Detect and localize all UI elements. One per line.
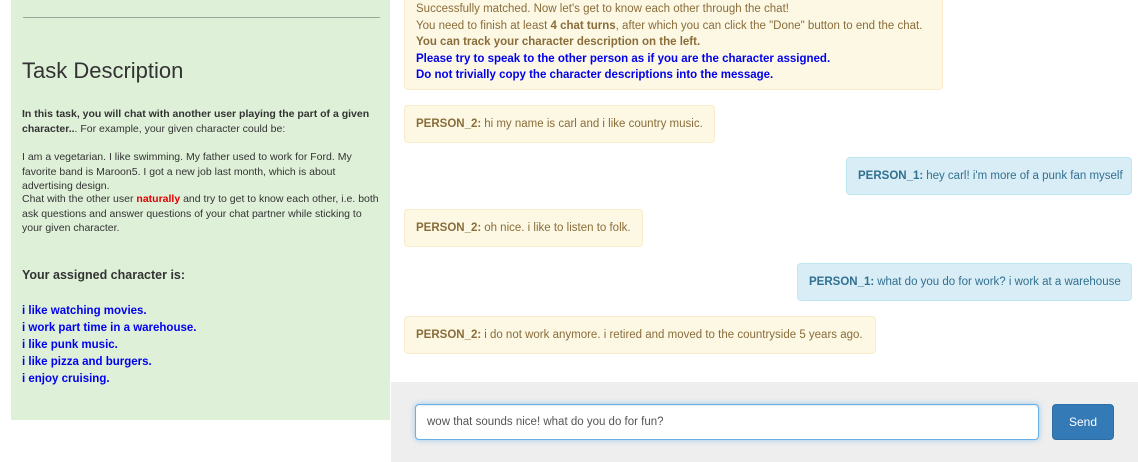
persona-item: i like punk music. xyxy=(22,339,118,351)
task-instructions: Chat with the other user naturally and t… xyxy=(22,192,382,236)
system-line: Successfully matched. Now let's get to k… xyxy=(416,3,789,15)
message-text: hi my name is carl and i like country mu… xyxy=(484,118,703,130)
input-bar: Send xyxy=(391,382,1138,462)
chat-log[interactable]: Successfully matched. Now let's get to k… xyxy=(391,0,1138,382)
message-text: i do not work anymore. i retired and mov… xyxy=(484,329,863,341)
chat-message-person2: PERSON_2: hi my name is carl and i like … xyxy=(404,105,715,143)
divider xyxy=(23,17,380,18)
chat-turns-bold: 4 chat turns xyxy=(550,19,616,32)
instructions-before: Chat with the other user xyxy=(22,193,137,205)
task-title: Task Description xyxy=(22,58,184,83)
task-intro: In this task, you will chat with another… xyxy=(22,108,370,135)
speaker-label: PERSON_1: xyxy=(858,170,924,182)
system-message: Successfully matched. Now let's get to k… xyxy=(404,0,943,90)
persona-item: i like watching movies. xyxy=(22,305,147,317)
persona-item: i work part time in a warehouse. xyxy=(22,322,197,334)
chat-message-person1: PERSON_1: what do you do for work? i wor… xyxy=(797,263,1132,301)
system-line: You can track your character description… xyxy=(416,36,701,48)
message-text: what do you do for work? i work at a war… xyxy=(877,276,1121,288)
send-button[interactable]: Send xyxy=(1052,404,1114,440)
message-text: oh nice. i like to listen to folk. xyxy=(484,222,631,234)
chat-message-person1: PERSON_1: hey carl! i'm more of a punk f… xyxy=(846,157,1132,195)
task-panel: Task Description In this task, you will … xyxy=(11,0,390,420)
task-intro-rest: . For example, your given character coul… xyxy=(74,122,286,135)
message-input[interactable] xyxy=(415,404,1039,440)
system-line: You need to finish at least 4 chat turns… xyxy=(416,19,923,32)
assigned-character-heading: Your assigned character is: xyxy=(22,268,186,282)
speaker-label: PERSON_2: xyxy=(416,329,482,341)
chat-message-person2: PERSON_2: oh nice. i like to listen to f… xyxy=(404,209,643,247)
persona-list: i like watching movies. i work part time… xyxy=(22,303,196,388)
system-line: Do not trivially copy the character desc… xyxy=(416,69,774,81)
chat-message-person2: PERSON_2: i do not work anymore. i retir… xyxy=(404,316,876,354)
persona-item: i enjoy cruising. xyxy=(22,373,110,385)
task-example: I am a vegetarian. I like swimming. My f… xyxy=(22,151,352,192)
instructions-highlight: naturally xyxy=(136,193,181,205)
speaker-label: PERSON_2: xyxy=(416,118,482,130)
persona-item: i like pizza and burgers. xyxy=(22,356,152,368)
speaker-label: PERSON_2: xyxy=(416,222,482,234)
message-text: hey carl! i'm more of a punk fan myself xyxy=(926,170,1123,182)
system-line: Please try to speak to the other person … xyxy=(416,52,831,65)
speaker-label: PERSON_1: xyxy=(809,276,875,288)
